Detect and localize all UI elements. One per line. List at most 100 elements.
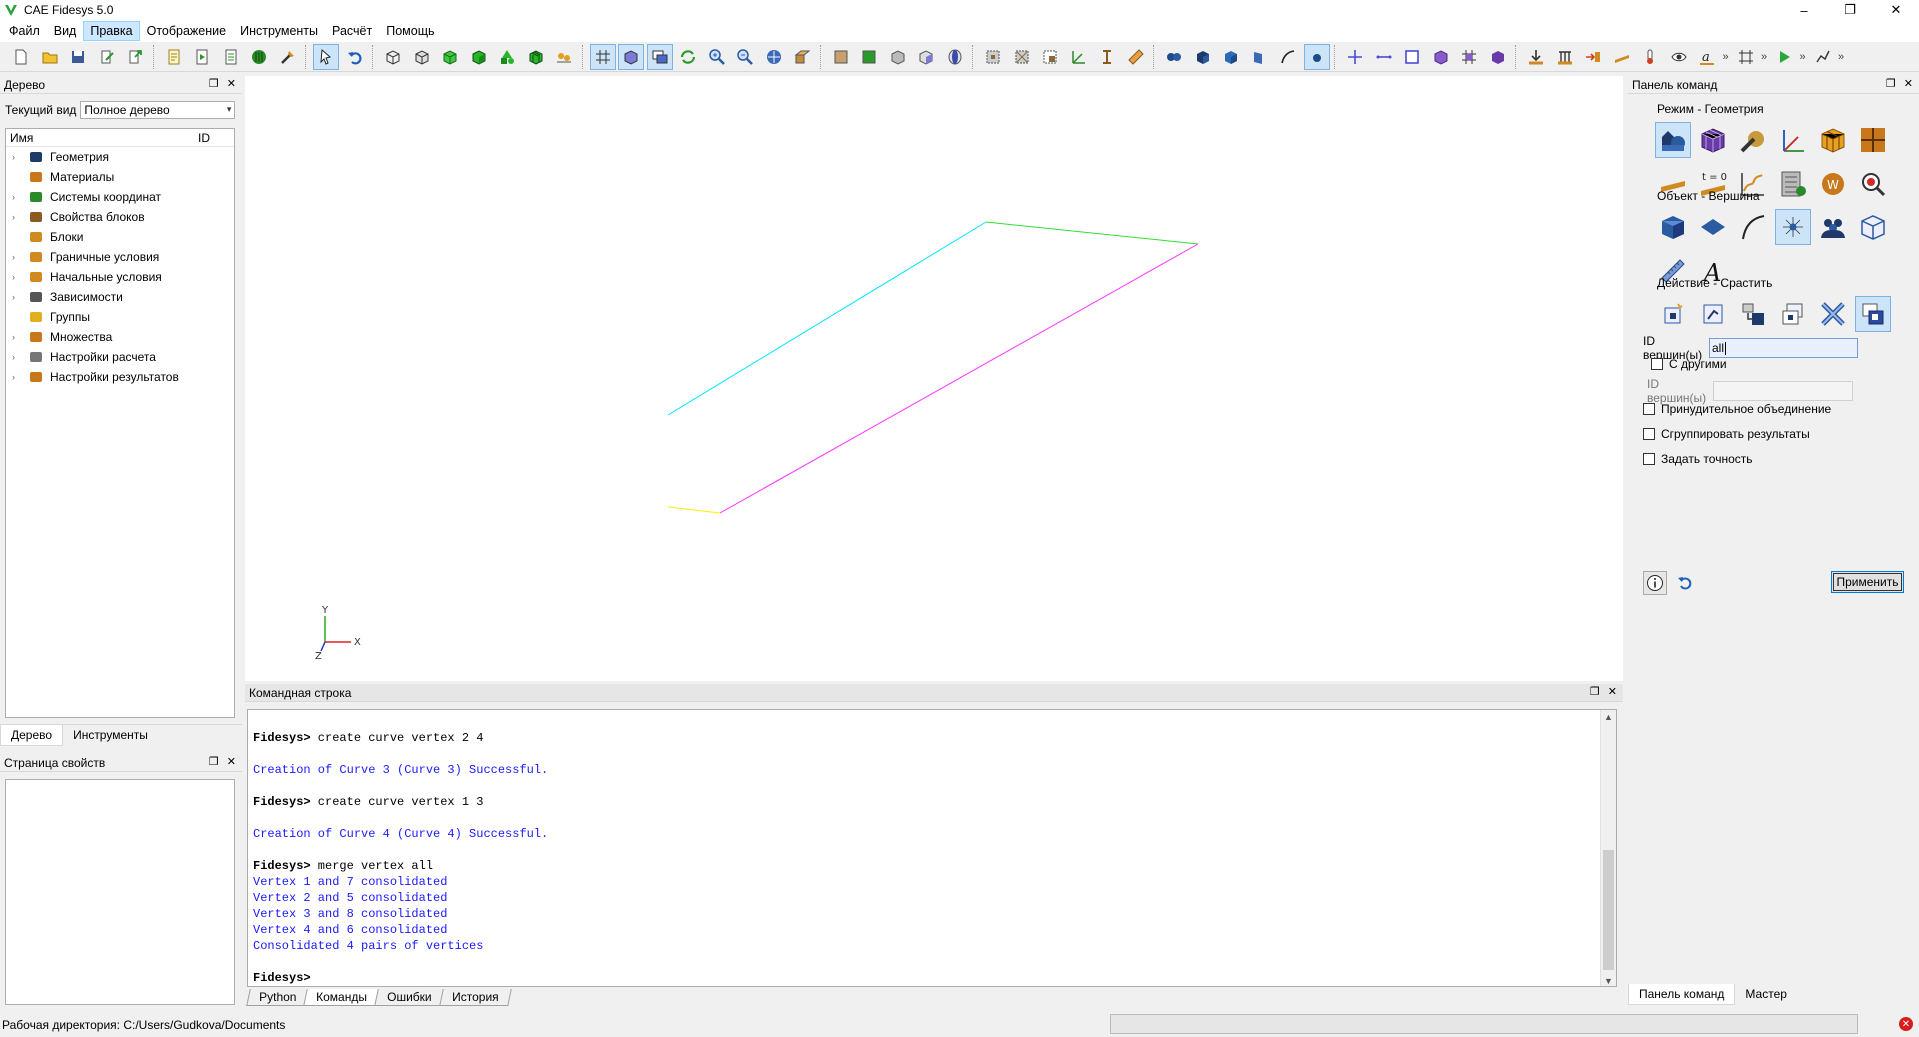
- load-button[interactable]: [1523, 44, 1549, 70]
- expand-chevron-icon[interactable]: ›: [12, 352, 24, 362]
- view-shaded-button[interactable]: [437, 44, 463, 70]
- command-tab[interactable]: Ошибки: [374, 989, 445, 1006]
- set-tolerance-checkbox[interactable]: [1643, 453, 1655, 465]
- expand-chevron-icon[interactable]: ›: [12, 332, 24, 342]
- object-surface-button[interactable]: [1695, 209, 1731, 245]
- measure-button[interactable]: [1094, 44, 1120, 70]
- force-merge-checkbox[interactable]: [1643, 403, 1655, 415]
- tree-item[interactable]: ›Группы: [6, 307, 234, 327]
- mode-mesh-button[interactable]: [1695, 122, 1731, 158]
- run-script-button[interactable]: [189, 44, 215, 70]
- action-create-button[interactable]: [1655, 296, 1691, 332]
- object-body-button[interactable]: [1855, 209, 1891, 245]
- volume-view-button[interactable]: [1218, 44, 1244, 70]
- float-icon[interactable]: ❐: [209, 755, 219, 768]
- zoom-fit-button[interactable]: [761, 44, 787, 70]
- perspective-button[interactable]: [618, 43, 644, 70]
- menu-help[interactable]: Помощь: [379, 21, 441, 41]
- expand-chevron-icon[interactable]: ›: [12, 152, 24, 162]
- mode-coordinates-button[interactable]: [1775, 122, 1811, 158]
- with-others-checkbox[interactable]: [1651, 358, 1663, 370]
- select-mode-button[interactable]: [313, 43, 339, 70]
- expand-chevron-icon[interactable]: ›: [12, 372, 24, 382]
- minimize-button[interactable]: –: [1781, 0, 1827, 20]
- command-scrollbar[interactable]: ▲ ▼: [1600, 710, 1616, 986]
- expand-chevron-icon[interactable]: ›: [12, 292, 24, 302]
- edges-mode-button[interactable]: [1371, 44, 1397, 70]
- tree-item[interactable]: › Граничные условия: [6, 247, 234, 267]
- curve-view-button[interactable]: [1275, 44, 1301, 70]
- blocks-view-button[interactable]: [1190, 44, 1216, 70]
- command-tab[interactable]: Python: [246, 989, 310, 1006]
- view-mesh-button[interactable]: [523, 44, 549, 70]
- object-group-button[interactable]: [1815, 209, 1851, 245]
- menu-calculation[interactable]: Расчёт: [325, 21, 379, 41]
- material-button[interactable]: [1666, 44, 1692, 70]
- tab-tools[interactable]: Инструменты: [63, 725, 158, 746]
- edit-doc-button[interactable]: [94, 44, 120, 70]
- vertex-id-input[interactable]: all: [1709, 338, 1858, 358]
- view-hidden-line-button[interactable]: [409, 44, 435, 70]
- float-icon[interactable]: ❐: [1886, 77, 1896, 90]
- tab-command-panel[interactable]: Панель команд: [1628, 984, 1736, 1005]
- curve-yellow[interactable]: [667, 506, 721, 514]
- command-output[interactable]: Fidesys> create curve vertex 2 4 Creation…: [247, 709, 1617, 987]
- close-icon[interactable]: ✕: [227, 755, 236, 768]
- toolbar-overflow[interactable]: »: [1761, 51, 1771, 63]
- float-icon[interactable]: ❐: [209, 77, 219, 90]
- open-file-button[interactable]: [37, 44, 63, 70]
- mode-properties-button[interactable]: [1735, 122, 1771, 158]
- script-button[interactable]: [161, 44, 187, 70]
- action-merge-button[interactable]: [1855, 296, 1891, 332]
- toolbar-overflow[interactable]: »: [1838, 51, 1848, 63]
- close-icon[interactable]: ✕: [1904, 77, 1913, 90]
- curve-green[interactable]: [985, 221, 1199, 245]
- thermometer-button[interactable]: [1637, 44, 1663, 70]
- ruler-button[interactable]: [1123, 44, 1149, 70]
- constraint-button[interactable]: [1552, 44, 1578, 70]
- annotation-button[interactable]: a: [1694, 44, 1720, 70]
- action-modify-button[interactable]: [1695, 296, 1731, 332]
- menu-view[interactable]: Вид: [47, 21, 84, 41]
- mode-inspect-button[interactable]: [1855, 166, 1891, 202]
- axes-button[interactable]: [1066, 44, 1092, 70]
- select-vertex-button[interactable]: [980, 44, 1006, 70]
- tree-item[interactable]: › Геометрия: [6, 147, 234, 167]
- overlay-button[interactable]: [646, 43, 673, 70]
- nodes-mode-button[interactable]: [1342, 44, 1368, 70]
- toolbar-overflow[interactable]: »: [1800, 51, 1810, 63]
- command-tab[interactable]: Команды: [303, 989, 381, 1006]
- view-nodes-button[interactable]: [551, 44, 577, 70]
- curve-magenta[interactable]: [719, 243, 1199, 514]
- close-icon[interactable]: ✕: [227, 77, 236, 90]
- new-file-button[interactable]: [8, 44, 34, 70]
- select-surface-button[interactable]: [1037, 44, 1063, 70]
- mode-results-button[interactable]: W: [1815, 166, 1851, 202]
- frame-button[interactable]: [1733, 44, 1759, 70]
- menu-tools[interactable]: Инструменты: [233, 21, 325, 41]
- action-transform-button[interactable]: [1735, 296, 1771, 332]
- vertex-view-button[interactable]: [1303, 43, 1330, 70]
- tree-item[interactable]: › Начальные условия: [6, 267, 234, 287]
- info-button[interactable]: [1643, 571, 1667, 595]
- pressure-button[interactable]: [1580, 44, 1606, 70]
- results-button[interactable]: [1810, 44, 1836, 70]
- reset-button[interactable]: [1673, 571, 1697, 595]
- view-iso-button[interactable]: [913, 44, 939, 70]
- action-delete-button[interactable]: [1815, 296, 1851, 332]
- toolbar-overflow[interactable]: »: [1723, 51, 1733, 63]
- error-icon[interactable]: ✕: [1899, 1017, 1913, 1031]
- run-analysis-button[interactable]: [1771, 44, 1797, 70]
- restore-button[interactable]: ❐: [1827, 0, 1873, 20]
- tree-item[interactable]: ›Блоки: [6, 227, 234, 247]
- undo-button[interactable]: [342, 44, 368, 70]
- float-icon[interactable]: ❐: [1590, 685, 1600, 698]
- close-icon[interactable]: ✕: [1608, 685, 1617, 698]
- tree-item[interactable]: › Множества: [6, 327, 234, 347]
- expand-chevron-icon[interactable]: ›: [12, 272, 24, 282]
- scroll-down-icon[interactable]: ▼: [1604, 976, 1613, 986]
- settings-tools-button[interactable]: [275, 44, 301, 70]
- mode-sets-button[interactable]: [1855, 122, 1891, 158]
- view-orient-button[interactable]: [789, 44, 815, 70]
- object-volume-button[interactable]: [1655, 209, 1691, 245]
